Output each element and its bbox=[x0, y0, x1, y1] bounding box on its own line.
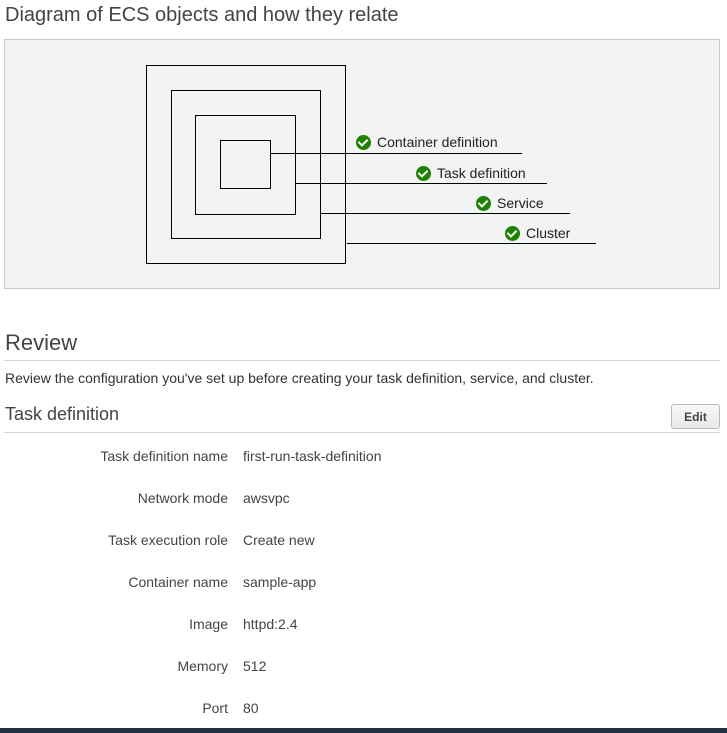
cluster-box bbox=[146, 65, 346, 264]
field-value: 80 bbox=[243, 700, 259, 716]
ecs-diagram bbox=[146, 65, 596, 264]
check-circle-icon bbox=[416, 165, 431, 181]
field-label: Container name bbox=[128, 574, 228, 590]
field-network-mode: Network mode awsvpc bbox=[0, 490, 727, 510]
field-memory: Memory 512 bbox=[0, 658, 727, 678]
check-circle-icon bbox=[476, 195, 491, 211]
task-definition-box bbox=[195, 115, 296, 215]
footer-bar bbox=[0, 728, 727, 733]
field-port: Port 80 bbox=[0, 700, 727, 720]
container-definition-box bbox=[220, 140, 271, 189]
service-box bbox=[171, 90, 321, 239]
legend-service: Service bbox=[476, 195, 544, 211]
ecs-diagram-panel: Container definition Task definition Ser… bbox=[4, 39, 720, 289]
field-label: Port bbox=[202, 700, 228, 716]
legend-container-definition: Container definition bbox=[356, 134, 498, 150]
field-value: sample-app bbox=[243, 574, 317, 590]
check-circle-icon bbox=[356, 134, 371, 150]
field-container-name: Container name sample-app bbox=[0, 574, 727, 594]
field-task-definition-name: Task definition name first-run-task-defi… bbox=[0, 448, 727, 468]
legend-label: Container definition bbox=[377, 134, 498, 150]
field-value: httpd:2.4 bbox=[243, 616, 298, 632]
field-value: Create new bbox=[243, 532, 315, 548]
legend-label: Cluster bbox=[526, 225, 571, 241]
divider bbox=[4, 360, 720, 361]
review-description: Review the configuration you've set up b… bbox=[5, 370, 594, 386]
field-value: 512 bbox=[243, 658, 267, 674]
task-definition-section-title: Task definition bbox=[5, 404, 120, 424]
field-value: first-run-task-definition bbox=[243, 448, 382, 464]
legend-cluster: Cluster bbox=[505, 225, 570, 241]
edit-task-definition-button[interactable]: Edit bbox=[671, 404, 720, 429]
field-label: Image bbox=[189, 616, 228, 632]
divider bbox=[4, 432, 720, 433]
review-title: Review bbox=[5, 330, 78, 355]
page: Diagram of ECS objects and how they rela… bbox=[0, 0, 727, 733]
field-task-execution-role: Task execution role Create new bbox=[0, 532, 727, 552]
field-value: awsvpc bbox=[243, 490, 290, 506]
field-label: Task definition name bbox=[100, 448, 228, 464]
legend-label: Service bbox=[497, 195, 544, 211]
field-image: Image httpd:2.4 bbox=[0, 616, 727, 636]
legend-label: Task definition bbox=[437, 165, 526, 181]
check-circle-icon bbox=[505, 225, 520, 241]
diagram-title: Diagram of ECS objects and how they rela… bbox=[5, 4, 399, 26]
field-label: Task execution role bbox=[108, 532, 228, 548]
legend-task-definition: Task definition bbox=[416, 165, 526, 181]
field-label: Memory bbox=[177, 658, 228, 674]
field-label: Network mode bbox=[137, 490, 228, 506]
